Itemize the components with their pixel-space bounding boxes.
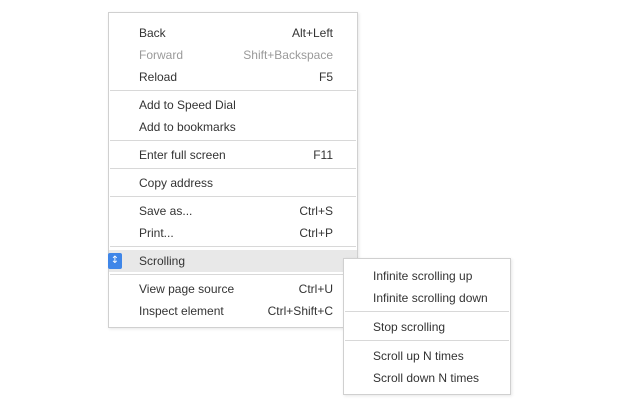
- menu-item-save-as[interactable]: Save as... Ctrl+S: [109, 200, 357, 222]
- scrolling-submenu: Infinite scrolling up Infinite scrolling…: [343, 258, 511, 395]
- menu-item-shortcut: F11: [313, 148, 333, 162]
- menu-item-label: Inspect element: [139, 304, 224, 318]
- menu-item-label: Copy address: [139, 176, 214, 190]
- menu-item-label: Save as...: [139, 204, 193, 218]
- menu-separator: [110, 168, 356, 169]
- menu-item-label: Add to bookmarks: [139, 120, 236, 134]
- menu-item-add-to-bookmarks[interactable]: Add to bookmarks: [109, 116, 357, 138]
- menu-item-inspect-element[interactable]: Inspect element Ctrl+Shift+C: [109, 300, 357, 322]
- menu-item-label: Forward: [139, 48, 184, 62]
- menu-item-shortcut: Ctrl+S: [299, 204, 333, 218]
- menu-item-add-to-speed-dial[interactable]: Add to Speed Dial: [109, 94, 357, 116]
- menu-item-shortcut: Shift+Backspace: [243, 48, 333, 62]
- page: Back Alt+Left Forward Shift+Backspace Re…: [0, 0, 640, 400]
- menu-item-label: Enter full screen: [139, 148, 226, 162]
- menu-item-shortcut: Ctrl+Shift+C: [267, 304, 333, 318]
- menu-separator: [110, 90, 356, 91]
- menu-item-copy-address[interactable]: Copy address: [109, 172, 357, 194]
- menu-item-label: Scroll up N times: [373, 349, 464, 363]
- submenu-item-stop-scrolling[interactable]: Stop scrolling: [344, 316, 510, 338]
- menu-separator: [345, 311, 509, 312]
- menu-item-view-page-source[interactable]: View page source Ctrl+U: [109, 278, 357, 300]
- extension-icon: ↕: [108, 253, 122, 269]
- menu-item-label: Scrolling: [139, 254, 186, 268]
- menu-item-label: Print...: [139, 226, 174, 240]
- menu-item-shortcut: Ctrl+P: [299, 226, 333, 240]
- menu-item-label: Reload: [139, 70, 178, 84]
- submenu-item-scroll-down-n-times[interactable]: Scroll down N times: [344, 367, 510, 389]
- menu-item-scrolling[interactable]: ↕ Scrolling ▶: [108, 250, 357, 272]
- menu-item-label: Stop scrolling: [373, 320, 446, 334]
- menu-item-label: Infinite scrolling up: [373, 269, 473, 283]
- menu-separator: [345, 340, 509, 341]
- submenu-item-scroll-up-n-times[interactable]: Scroll up N times: [344, 345, 510, 367]
- menu-item-label: Infinite scrolling down: [373, 291, 488, 305]
- submenu-item-infinite-scrolling-up[interactable]: Infinite scrolling up: [344, 265, 510, 287]
- menu-item-label: Scroll down N times: [373, 371, 480, 385]
- menu-item-label: View page source: [139, 282, 235, 296]
- submenu-item-infinite-scrolling-down[interactable]: Infinite scrolling down: [344, 287, 510, 309]
- menu-item-shortcut: Alt+Left: [291, 26, 333, 40]
- context-menu: Back Alt+Left Forward Shift+Backspace Re…: [108, 12, 358, 328]
- menu-item-shortcut: F5: [318, 70, 333, 84]
- menu-item-back[interactable]: Back Alt+Left: [109, 22, 357, 44]
- menu-item-shortcut: Ctrl+U: [298, 282, 333, 296]
- menu-separator: [110, 196, 356, 197]
- menu-separator: [110, 246, 356, 247]
- menu-item-label: Add to Speed Dial: [139, 98, 236, 112]
- menu-item-label: Back: [139, 26, 166, 40]
- menu-item-forward: Forward Shift+Backspace: [109, 44, 357, 66]
- menu-item-enter-full-screen[interactable]: Enter full screen F11: [109, 144, 357, 166]
- menu-separator: [110, 274, 356, 275]
- menu-item-print[interactable]: Print... Ctrl+P: [109, 222, 357, 244]
- menu-item-reload[interactable]: Reload F5: [109, 66, 357, 88]
- menu-separator: [110, 140, 356, 141]
